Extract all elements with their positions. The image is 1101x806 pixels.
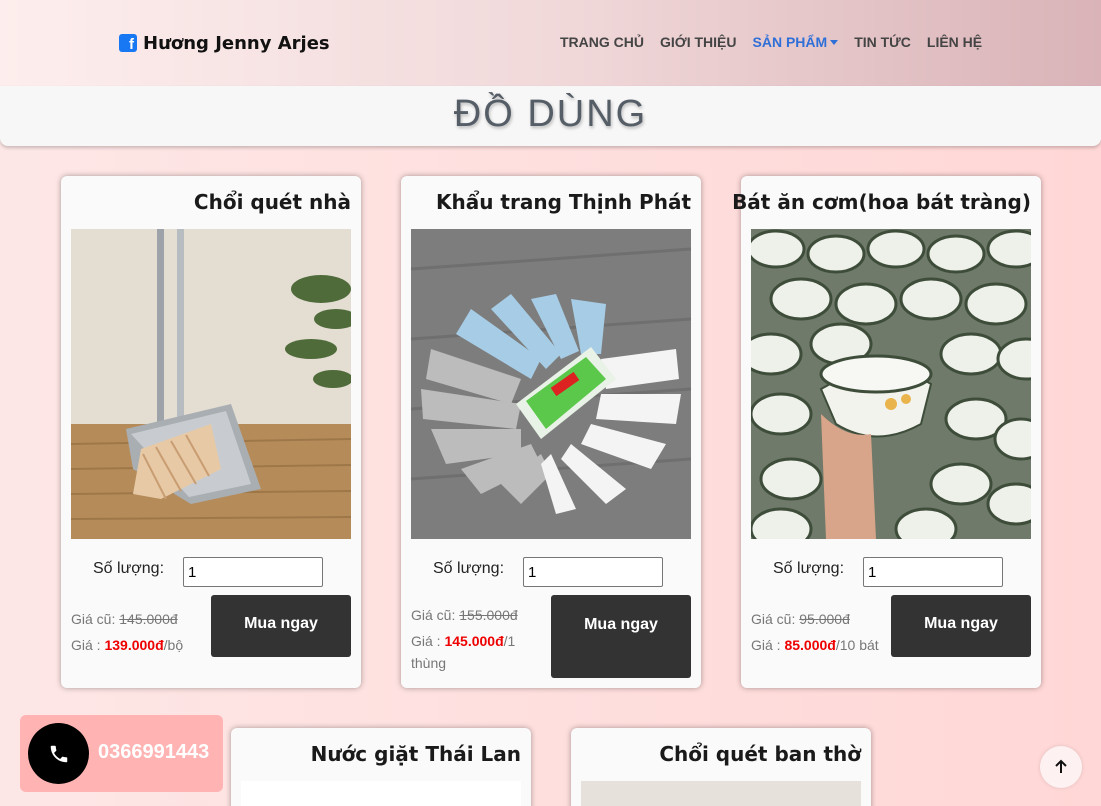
buy-now-button[interactable]: Mua ngay xyxy=(551,595,691,678)
category-title-bar: ĐỒ DÙNG xyxy=(0,86,1101,146)
nav-news[interactable]: TIN TỨC xyxy=(854,34,911,50)
arrow-up-icon xyxy=(1055,759,1067,773)
current-price: 139.000đ xyxy=(104,637,164,653)
old-price: 155.000đ xyxy=(459,607,518,623)
product-title: Chổi quét nhà xyxy=(193,190,351,214)
current-price: 85.000đ xyxy=(784,637,836,653)
quantity-label: Số lượng: xyxy=(433,560,505,577)
product-title: Bát ăn cơm(hoa bát tràng) xyxy=(732,190,1031,214)
phone-icon[interactable] xyxy=(28,723,89,784)
product-card: Chổi quét nhà Số lượng: Giá cũ: 145.000đ… xyxy=(61,176,361,688)
buy-now-label: Mua ngay xyxy=(244,615,318,632)
old-price: 145.000đ xyxy=(119,611,178,627)
buy-now-button[interactable]: Mua ngay xyxy=(891,595,1031,657)
phone-number[interactable]: 0366991443 xyxy=(98,741,209,764)
product-card: Bát ăn cơm(hoa bát tràng) Số lượng: Giá … xyxy=(732,176,1041,688)
product-title: Nước giặt Thái Lan xyxy=(310,742,521,766)
nav-home[interactable]: TRANG CHỦ xyxy=(560,34,644,50)
old-price-label: Giá cũ: xyxy=(751,611,796,627)
quantity-label: Số lượng: xyxy=(93,560,165,577)
product-card: Chổi quét ban thờ xyxy=(571,728,871,806)
quantity-input[interactable] xyxy=(863,557,1003,587)
buy-now-label: Mua ngay xyxy=(924,615,998,632)
brand-link[interactable]: f Hương Jenny Arjes xyxy=(119,30,330,56)
price-block: Giá cũ: 145.000đ Giá : 139.000đ/bộ xyxy=(71,606,201,658)
current-price: 145.000đ xyxy=(444,633,504,649)
product-card: Khẩu trang Thịnh Phát Số lượng: Giá cũ: … xyxy=(401,176,701,688)
product-title: Chổi quét ban thờ xyxy=(659,742,861,766)
product-card: Nước giặt Thái Lan xyxy=(231,728,531,806)
price-label: Giá : xyxy=(411,633,441,649)
brand-name: Hương Jenny Arjes xyxy=(143,32,330,54)
facebook-icon: f xyxy=(119,34,137,52)
back-to-top-button[interactable] xyxy=(1040,746,1082,788)
product-image xyxy=(581,781,861,806)
site-header: f Hương Jenny Arjes TRANG CHỦ GIỚI THIỆU… xyxy=(0,0,1101,86)
old-price: 95.000đ xyxy=(799,611,850,627)
price-block: Giá cũ: 155.000đ Giá : 145.000đ/1 thùng xyxy=(411,604,541,674)
product-title: Khẩu trang Thịnh Phát xyxy=(436,190,691,214)
product-image-face-masks xyxy=(411,229,691,539)
buy-now-button[interactable]: Mua ngay xyxy=(211,595,351,657)
old-price-label: Giá cũ: xyxy=(71,611,116,627)
quantity-input[interactable] xyxy=(183,557,323,587)
main-nav: TRANG CHỦ GIỚI THIỆU SẢN PHẨM TIN TỨC LI… xyxy=(560,34,998,50)
price-label: Giá : xyxy=(751,637,781,653)
page-title: ĐỒ DÙNG xyxy=(453,93,648,135)
nav-products[interactable]: SẢN PHẨM xyxy=(753,34,839,50)
hotline-widget[interactable]: 0366991443 xyxy=(20,715,223,792)
product-image-bowls xyxy=(751,229,1031,539)
quantity-input[interactable] xyxy=(523,557,663,587)
quantity-label: Số lượng: xyxy=(773,560,845,577)
price-block: Giá cũ: 95.000đ Giá : 85.000đ/10 bát xyxy=(751,606,891,658)
price-unit: /10 bát xyxy=(835,637,879,653)
nav-contact[interactable]: LIÊN HỆ xyxy=(927,34,982,50)
old-price-label: Giá cũ: xyxy=(411,607,456,623)
product-image-broom xyxy=(71,229,351,539)
product-image xyxy=(241,781,521,806)
price-unit: /bộ xyxy=(163,637,184,653)
caret-down-icon xyxy=(830,39,839,45)
buy-now-label: Mua ngay xyxy=(584,615,658,633)
nav-products-label: SẢN PHẨM xyxy=(752,34,828,50)
nav-about[interactable]: GIỚI THIỆU xyxy=(660,34,737,50)
price-label: Giá : xyxy=(71,637,101,653)
